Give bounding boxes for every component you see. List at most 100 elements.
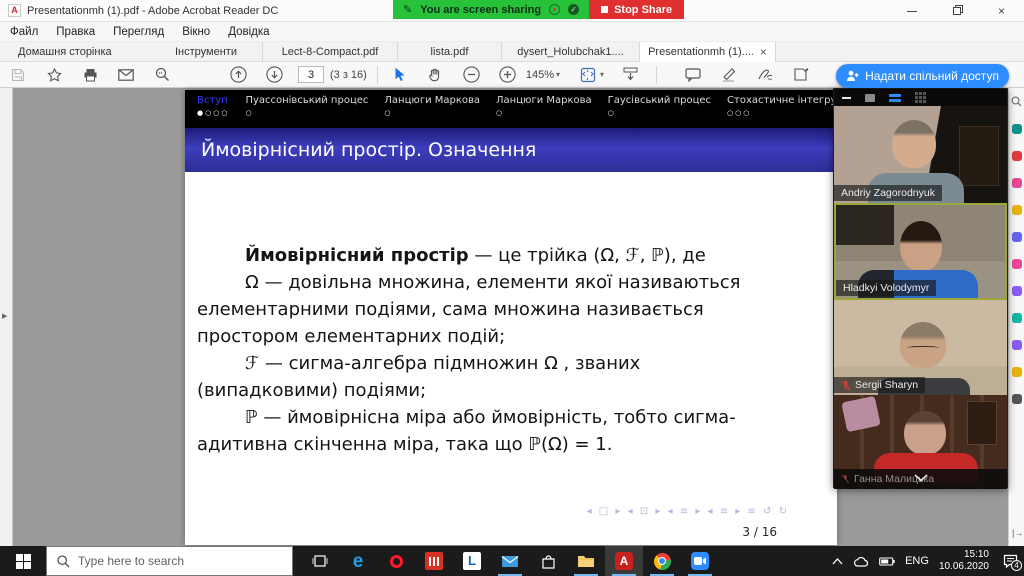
minimize-icon[interactable] bbox=[842, 97, 851, 99]
taskbar-search[interactable]: Type here to search bbox=[46, 546, 293, 576]
tab-home[interactable]: Домашня сторінка bbox=[0, 42, 150, 62]
video-tile[interactable]: Andriy Zagorodnyuk bbox=[834, 106, 1007, 203]
tab-document-3[interactable]: dysert_Holubchak1.... bbox=[502, 42, 640, 62]
tray-clock[interactable]: 15:10 10.06.2020 bbox=[939, 549, 989, 573]
hand-tool-icon[interactable] bbox=[424, 65, 448, 85]
tab-tools[interactable]: Інструменти bbox=[150, 42, 262, 62]
battery-icon[interactable] bbox=[879, 557, 895, 566]
glasses bbox=[907, 346, 939, 351]
tray-time: 15:10 bbox=[964, 549, 989, 560]
nav-section[interactable]: Вступ ●○○○ bbox=[197, 95, 229, 128]
expand-panel-icon[interactable]: ▶ bbox=[2, 312, 7, 320]
edit-pdf-icon[interactable] bbox=[1012, 178, 1022, 188]
page-number-input[interactable] bbox=[298, 66, 324, 83]
slide-page-number: 3 / 16 bbox=[742, 525, 777, 539]
tab-close-icon[interactable]: × bbox=[760, 45, 767, 59]
beamer-nav-symbols[interactable]: ◂ □ ▸ ◂ ⊡ ▸ ◂ ≡ ▸ ◂ ≡ ▸ ≡ ↺ ↻ bbox=[587, 506, 789, 517]
menu-edit[interactable]: Правка bbox=[56, 26, 95, 38]
fit-page-icon[interactable] bbox=[576, 65, 600, 85]
nav-section[interactable]: Пуассонівський процес ○ bbox=[245, 95, 368, 128]
send-comments-icon[interactable] bbox=[1012, 313, 1022, 323]
scroll-mode-icon[interactable] bbox=[618, 65, 642, 85]
minimize-button[interactable] bbox=[889, 0, 934, 22]
grid-view-icon[interactable] bbox=[915, 92, 926, 103]
notification-button[interactable]: 4 bbox=[1003, 554, 1018, 568]
mic-muted-icon bbox=[841, 380, 851, 391]
video-tile[interactable]: Sergii Sharyn bbox=[834, 300, 1007, 395]
start-button[interactable] bbox=[0, 546, 46, 576]
taskbar-opera[interactable] bbox=[377, 546, 415, 576]
page-up-icon[interactable] bbox=[226, 65, 250, 85]
taskbar-red-app[interactable] bbox=[415, 546, 453, 576]
taskbar-edge[interactable]: e bbox=[339, 546, 377, 576]
tab-document-1[interactable]: Lect-8-Compact.pdf bbox=[262, 42, 398, 62]
save-icon[interactable] bbox=[6, 65, 30, 85]
taskbar-explorer[interactable] bbox=[567, 546, 605, 576]
zoom-out-icon[interactable] bbox=[460, 65, 484, 85]
nav-section[interactable]: Ланцюги Маркова ○ bbox=[384, 95, 480, 128]
combine-files-icon[interactable] bbox=[1012, 232, 1022, 242]
find-icon[interactable] bbox=[150, 65, 174, 85]
left-panel-strip[interactable]: ▶ bbox=[0, 88, 13, 546]
gallery-strip-icon[interactable] bbox=[889, 94, 901, 102]
protect-icon[interactable] bbox=[1012, 286, 1022, 296]
expand-tools-icon[interactable]: |→ bbox=[1012, 528, 1023, 538]
comment-icon[interactable] bbox=[681, 65, 705, 85]
menu-file[interactable]: Файл bbox=[10, 26, 38, 38]
stop-share-button[interactable]: Stop Share bbox=[589, 0, 684, 19]
highlighter-icon[interactable] bbox=[717, 65, 741, 85]
notification-badge: 4 bbox=[1011, 560, 1022, 571]
close-button[interactable]: × bbox=[979, 0, 1024, 22]
taskbar-acrobat[interactable]: A bbox=[605, 546, 643, 576]
tab-document-2[interactable]: lista.pdf bbox=[398, 42, 502, 62]
export-pdf-icon[interactable] bbox=[1012, 124, 1022, 134]
tab-document-active[interactable]: Presentationmh (1).... × bbox=[640, 42, 776, 62]
task-view-button[interactable] bbox=[301, 546, 339, 576]
create-pdf-icon[interactable] bbox=[1012, 151, 1022, 161]
organize-pages-icon[interactable] bbox=[1012, 259, 1022, 269]
chevron-down-icon[interactable]: ▾ bbox=[600, 70, 604, 79]
zoom-in-icon[interactable] bbox=[496, 65, 520, 85]
taskbar-zoom[interactable] bbox=[681, 546, 719, 576]
nav-section[interactable]: Стохастичне інтегрува ○○○ bbox=[727, 95, 837, 128]
taskbar-l-app[interactable]: L bbox=[453, 546, 491, 576]
participant-name: Sergii Sharyn bbox=[834, 377, 925, 393]
shield-check-icon[interactable]: ✓ bbox=[568, 4, 579, 15]
record-icon[interactable] bbox=[549, 4, 560, 15]
tools-wrench-icon[interactable] bbox=[1012, 394, 1022, 404]
collapse-chevron-icon[interactable] bbox=[914, 469, 928, 487]
tray-chevron-icon[interactable] bbox=[832, 558, 843, 565]
restore-button[interactable] bbox=[934, 0, 979, 22]
chevron-down-icon[interactable]: ▾ bbox=[556, 70, 560, 79]
page-down-icon[interactable] bbox=[262, 65, 286, 85]
search-icon[interactable] bbox=[1011, 96, 1022, 107]
select-tool-icon[interactable] bbox=[388, 65, 412, 85]
stamp-icon[interactable] bbox=[1012, 367, 1022, 377]
video-tile[interactable]: Ганна Малицька bbox=[834, 395, 1007, 489]
taskbar-mail[interactable] bbox=[491, 546, 529, 576]
star-icon[interactable] bbox=[42, 65, 66, 85]
language-indicator[interactable]: ENG bbox=[905, 555, 929, 567]
feather-icon[interactable]: ✎ bbox=[403, 3, 412, 16]
menu-view[interactable]: Перегляд bbox=[113, 26, 164, 38]
sign-icon[interactable] bbox=[753, 65, 777, 85]
menu-help[interactable]: Довідка bbox=[228, 26, 269, 38]
comment-tool-icon[interactable] bbox=[1012, 205, 1022, 215]
taskbar-store[interactable] bbox=[529, 546, 567, 576]
zoom-video-panel: Andriy Zagorodnyuk Hladkyi Volodymyr Ser… bbox=[833, 88, 1008, 488]
onedrive-cloud-icon[interactable] bbox=[853, 556, 869, 567]
fill-sign-icon[interactable] bbox=[789, 65, 813, 85]
fill-sign-tool-icon[interactable] bbox=[1012, 340, 1022, 350]
nav-section[interactable]: Гаусівський процес ○ bbox=[608, 95, 711, 128]
stop-square-icon bbox=[601, 6, 608, 13]
nav-section[interactable]: Ланцюги Маркова ○ bbox=[496, 95, 592, 128]
zoom-share-button[interactable]: Надати спільний доступ bbox=[836, 64, 1009, 88]
mail-icon bbox=[501, 555, 519, 568]
video-tile[interactable]: Hladkyi Volodymyr bbox=[834, 203, 1007, 300]
email-icon[interactable] bbox=[114, 65, 138, 85]
menu-window[interactable]: Вікно bbox=[182, 26, 210, 38]
taskbar-chrome[interactable] bbox=[643, 546, 681, 576]
print-icon[interactable] bbox=[78, 65, 102, 85]
speaker-view-icon[interactable] bbox=[865, 94, 875, 102]
zoom-level-value[interactable]: 145% bbox=[526, 69, 554, 81]
